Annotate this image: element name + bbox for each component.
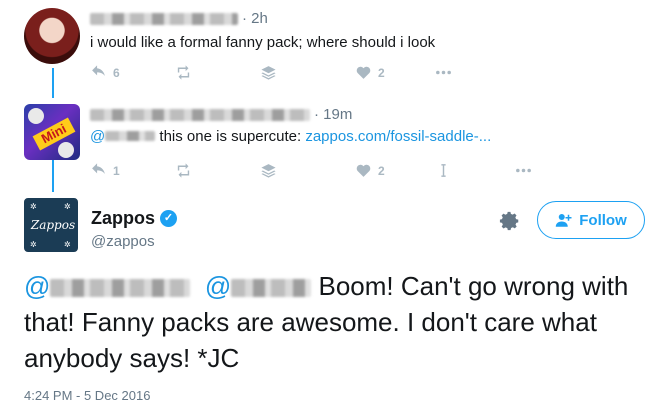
zappos-avatar[interactable]: ✲ ✲ ✲ ✲ Zappos [22,196,80,254]
reply-button[interactable]: 6 [90,64,175,81]
url-link[interactable]: zappos.com/fossil-saddle-... [305,128,491,145]
follow-button[interactable]: Follow [537,201,645,239]
gear-icon[interactable] [499,210,521,232]
redacted-mention [105,131,156,141]
redacted-username [90,108,310,121]
reply-icon [92,163,105,175]
add-user-icon [556,214,572,227]
tweet-actions: 6 2 [90,64,452,81]
avatar[interactable] [24,8,80,64]
retweet-button[interactable] [175,64,260,81]
analytics-icon [441,164,446,177]
redacted-mention [231,279,312,298]
stack-button[interactable] [260,162,355,179]
account-name[interactable]: Zappos ✓ [91,208,178,229]
heart-icon [356,66,371,79]
more-button[interactable] [435,64,452,81]
reply-count: 6 [113,65,120,80]
retweet-icon [177,163,190,178]
layers-icon [261,66,276,80]
like-button[interactable]: 2 [355,64,435,81]
tweet-time[interactable]: · 2h [242,10,268,27]
thread-connector [52,158,54,192]
follow-label: Follow [579,211,627,229]
more-dots-icon [436,70,451,75]
tweet-timestamp[interactable]: 4:24 PM - 5 Dec 2016 [24,388,150,403]
zappos-logo-text: Zappos [30,218,76,232]
account-handle[interactable]: @zappos [91,233,155,250]
analytics-button[interactable] [435,162,515,179]
mention-link[interactable]: @ [90,128,105,145]
heart-icon [356,164,371,177]
tweet-body: this one is supercute: [159,128,306,145]
reply-count: 1 [113,163,120,178]
like-count: 2 [378,65,385,80]
mention-link[interactable]: @ [205,271,231,301]
tweet-header: · 19m [90,106,352,123]
retweet-icon [177,65,190,80]
layers-icon [261,164,276,178]
like-count: 2 [378,163,385,178]
tweet-text: @ this one is supercute: zappos.com/foss… [90,128,491,145]
more-button[interactable] [515,162,532,179]
retweet-button[interactable] [175,162,260,179]
like-button[interactable]: 2 [355,162,435,179]
tweet-text: i would like a formal fanny pack; where … [90,34,436,51]
thread-connector [52,68,54,98]
reply-icon [92,65,105,77]
redacted-username [90,12,238,25]
stack-button[interactable] [260,64,355,81]
tweet-header: · 2h [90,10,268,27]
tweet-actions: 1 2 [90,162,532,179]
main-tweet-text: @ @ Boom! Can't go wrong with that! Fann… [24,268,644,376]
tweet-time[interactable]: · 19m [314,106,352,123]
display-name[interactable]: Zappos [91,208,155,229]
reply-button[interactable]: 1 [90,162,175,179]
verified-badge-icon: ✓ [160,210,178,227]
avatar[interactable]: Mini [24,104,80,160]
more-dots-icon [516,168,531,173]
mention-link[interactable]: @ [24,271,50,301]
redacted-mention [50,279,191,298]
